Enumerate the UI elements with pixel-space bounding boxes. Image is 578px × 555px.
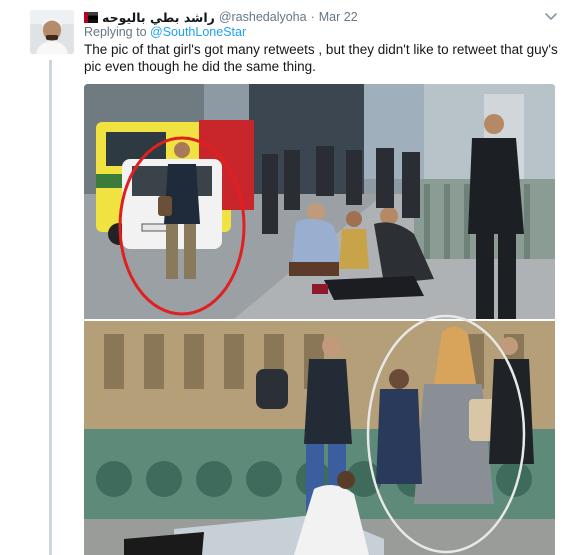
tweet-photo — [84, 84, 555, 555]
avatar-photo-icon — [30, 10, 74, 54]
user-handle[interactable]: @rashedalyoha — [219, 10, 307, 24]
flag-icon — [84, 11, 98, 23]
photo-divider — [84, 319, 555, 321]
tweet-header: راشد بطي باليوحه @rashedalyoha · Mar 22 — [84, 8, 358, 26]
tweet-media[interactable] — [84, 84, 555, 555]
chevron-down-icon[interactable] — [543, 8, 559, 24]
bottom-photo — [84, 314, 555, 555]
tweet-date[interactable]: Mar 22 — [319, 10, 358, 24]
reply-mention-link[interactable]: @SouthLoneStar — [150, 25, 246, 39]
top-photo — [84, 84, 555, 319]
thread-connector-line — [49, 60, 52, 555]
separator-dot: · — [310, 10, 315, 24]
replying-to-line: Replying to @SouthLoneStar — [84, 25, 246, 39]
display-name[interactable]: راشد بطي باليوحه — [102, 10, 215, 25]
reply-prefix: Replying to — [84, 25, 147, 39]
tweet-text: The pic of that girl's got many retweets… — [84, 42, 558, 74]
user-avatar[interactable] — [30, 10, 74, 54]
